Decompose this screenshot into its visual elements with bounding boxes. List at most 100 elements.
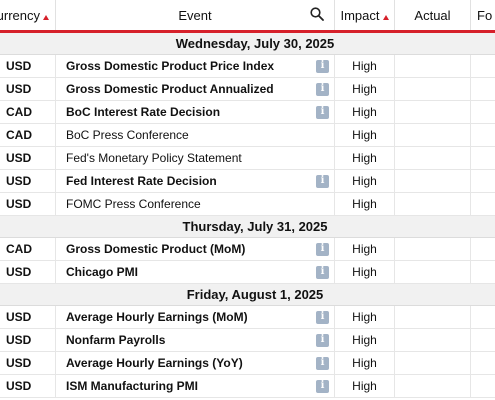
impact-cell: High (335, 124, 395, 146)
info-icon[interactable]: i (316, 174, 329, 188)
event-name[interactable]: Average Hourly Earnings (YoY) (66, 356, 243, 370)
info-icon[interactable]: i (316, 82, 329, 96)
forecast-cell (471, 101, 495, 123)
forecast-cell (471, 238, 495, 260)
event-name[interactable]: BoC Press Conference (66, 128, 189, 142)
event-name[interactable]: ISM Manufacturing PMI (66, 379, 198, 393)
event-row[interactable]: USD Average Hourly Earnings (YoY) i High (0, 352, 495, 375)
event-name[interactable]: Average Hourly Earnings (MoM) (66, 310, 248, 324)
event-cell: Gross Domestic Product Price Index i (56, 55, 335, 77)
info-icon[interactable]: i (316, 265, 329, 279)
event-row[interactable]: CAD BoC Interest Rate Decision i High (0, 101, 495, 124)
calendar-viewport: Currency Event Impact Actual Fo Wednes (0, 0, 495, 400)
actual-cell (395, 78, 471, 100)
forecast-cell (471, 147, 495, 169)
info-icon[interactable]: i (316, 333, 329, 347)
event-row[interactable]: USD Chicago PMI i High (0, 261, 495, 284)
event-name[interactable]: Gross Domestic Product (MoM) (66, 242, 245, 256)
currency-cell: USD (0, 352, 56, 374)
impact-cell: High (335, 261, 395, 283)
event-row[interactable]: USD FOMC Press Conference High (0, 193, 495, 216)
impact-cell: High (335, 238, 395, 260)
event-row[interactable]: USD Average Hourly Earnings (MoM) i High (0, 306, 495, 329)
info-icon[interactable]: i (316, 242, 329, 256)
impact-cell: High (335, 147, 395, 169)
event-name[interactable]: BoC Interest Rate Decision (66, 105, 220, 119)
impact-cell: High (335, 375, 395, 397)
impact-cell: High (335, 193, 395, 215)
actual-cell (395, 306, 471, 328)
actual-cell (395, 375, 471, 397)
actual-cell (395, 261, 471, 283)
impact-cell: High (335, 101, 395, 123)
economic-calendar-table: Currency Event Impact Actual Fo Wednes (0, 0, 495, 398)
forecast-cell (471, 55, 495, 77)
event-name[interactable]: Chicago PMI (66, 265, 138, 279)
event-cell: Gross Domestic Product Annualized i (56, 78, 335, 100)
info-icon[interactable]: i (316, 310, 329, 324)
currency-cell: USD (0, 170, 56, 192)
event-name[interactable]: Gross Domestic Product Price Index (66, 59, 274, 73)
forecast-cell (471, 78, 495, 100)
actual-cell (395, 147, 471, 169)
column-header-currency[interactable]: Currency (0, 0, 56, 30)
impact-cell: High (335, 306, 395, 328)
event-row[interactable]: CAD BoC Press Conference High (0, 124, 495, 147)
event-row[interactable]: USD Nonfarm Payrolls i High (0, 329, 495, 352)
column-header-impact-label: Impact (340, 7, 380, 23)
currency-cell: USD (0, 306, 56, 328)
event-row[interactable]: USD Gross Domestic Product Annualized i Hig… (0, 78, 495, 101)
column-header-forecast[interactable]: Fo (471, 0, 495, 30)
column-header-actual[interactable]: Actual (395, 0, 471, 30)
forecast-cell (471, 261, 495, 283)
day-header: Wednesday, July 30, 2025 (0, 33, 495, 55)
event-cell: BoC Press Conference (56, 124, 335, 146)
column-header-currency-label: Currency (0, 7, 40, 23)
event-cell: Average Hourly Earnings (YoY) i (56, 352, 335, 374)
event-cell: Chicago PMI i (56, 261, 335, 283)
event-row[interactable]: CAD Gross Domestic Product (MoM) i High (0, 238, 495, 261)
event-name[interactable]: Fed's Monetary Policy Statement (66, 151, 242, 165)
event-name[interactable]: Gross Domestic Product Annualized (66, 82, 274, 96)
impact-cell: High (335, 170, 395, 192)
currency-cell: USD (0, 375, 56, 397)
event-name[interactable]: Nonfarm Payrolls (66, 333, 165, 347)
event-row[interactable]: USD Fed Interest Rate Decision i High 4 (0, 170, 495, 193)
event-cell: Fed's Monetary Policy Statement (56, 147, 335, 169)
column-header-event[interactable]: Event (56, 0, 335, 30)
forecast-cell: 4 (471, 170, 495, 192)
event-row[interactable]: USD Gross Domestic Product Price Index i Hi… (0, 55, 495, 78)
column-header-forecast-label: Fo (477, 7, 493, 23)
event-row[interactable]: USD Fed's Monetary Policy Statement High (0, 147, 495, 170)
forecast-cell (471, 329, 495, 351)
currency-cell: USD (0, 147, 56, 169)
event-name[interactable]: Fed Interest Rate Decision (66, 174, 217, 188)
event-cell: ISM Manufacturing PMI i (56, 375, 335, 397)
currency-cell: USD (0, 78, 56, 100)
sort-arrow-icon[interactable] (43, 14, 49, 20)
info-icon[interactable]: i (316, 356, 329, 370)
forecast-cell (471, 193, 495, 215)
currency-cell: CAD (0, 238, 56, 260)
event-cell: Average Hourly Earnings (MoM) i (56, 306, 335, 328)
event-cell: FOMC Press Conference (56, 193, 335, 215)
currency-cell: USD (0, 193, 56, 215)
currency-cell: CAD (0, 101, 56, 123)
column-header-event-label: Event (178, 7, 212, 23)
event-name[interactable]: FOMC Press Conference (66, 197, 201, 211)
currency-cell: USD (0, 329, 56, 351)
currency-cell: CAD (0, 124, 56, 146)
sort-arrow-icon[interactable] (382, 14, 389, 20)
info-icon[interactable]: i (316, 379, 329, 393)
column-header-impact[interactable]: Impact (335, 0, 395, 30)
event-row[interactable]: USD ISM Manufacturing PMI i High (0, 375, 495, 398)
actual-cell (395, 329, 471, 351)
info-icon[interactable]: i (316, 105, 329, 119)
actual-cell (395, 238, 471, 260)
impact-cell: High (335, 329, 395, 351)
actual-cell (395, 101, 471, 123)
search-icon[interactable] (310, 7, 324, 21)
info-icon[interactable]: i (316, 59, 329, 73)
actual-cell (395, 352, 471, 374)
table-header: Currency Event Impact Actual Fo (0, 0, 495, 33)
